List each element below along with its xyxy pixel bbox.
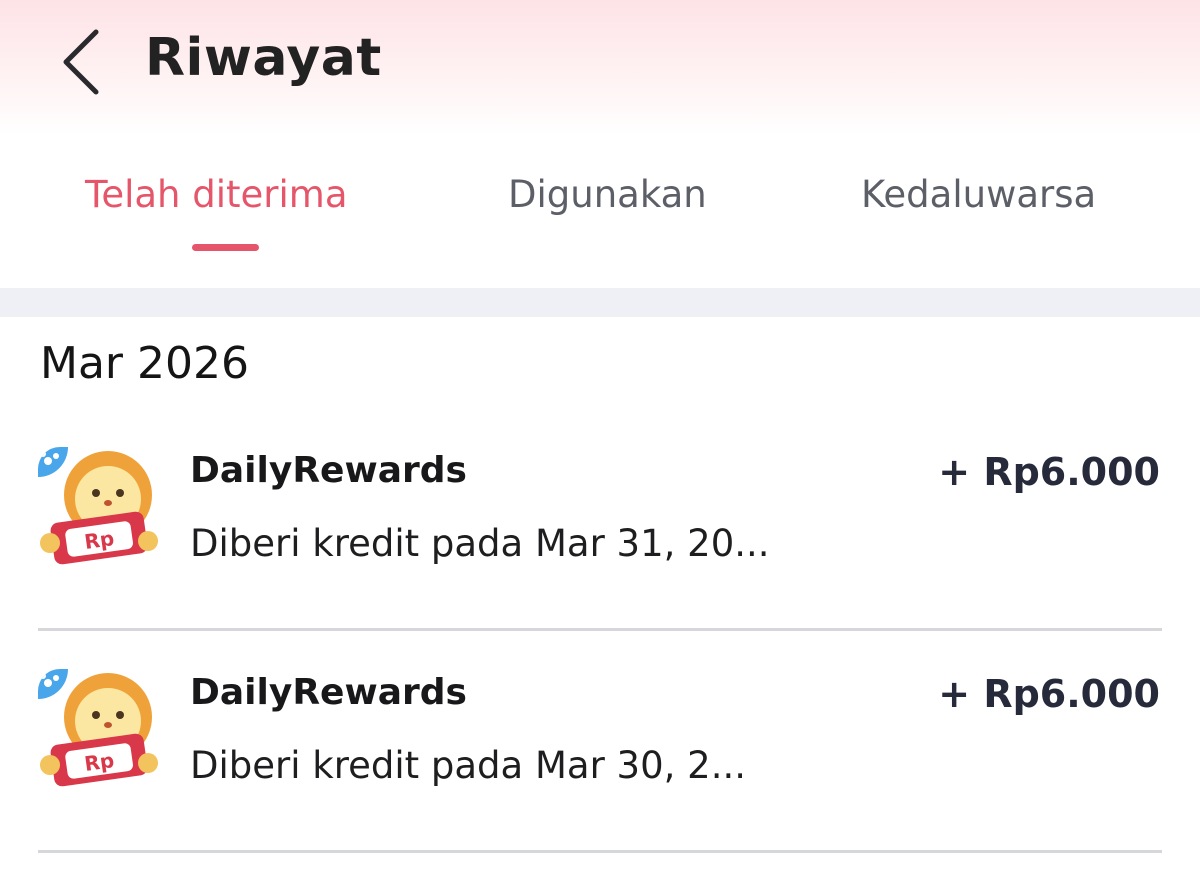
tab-kedaluwarsa[interactable]: Kedaluwarsa [861,173,1096,216]
list-item[interactable]: Rp DailyRewards Diberi kredit pada Mar 3… [0,642,1200,864]
icon-text: Rp [83,526,116,554]
row-subtitle: Diberi kredit pada Mar 31, 20... [190,522,770,565]
tab-digunakan[interactable]: Digunakan [508,173,707,216]
tab-telah-diterima[interactable]: Telah diterima [85,173,348,216]
rewards-lion-icon: Rp [38,669,160,791]
row-divider [38,850,1162,853]
row-subtitle: Diberi kredit pada Mar 30, 2... [190,744,746,787]
row-amount: + Rp6.000 [938,672,1160,716]
row-title: DailyRewards [190,450,467,491]
back-button[interactable] [48,22,118,102]
row-title: DailyRewards [190,672,467,713]
rewards-lion-icon: Rp [38,447,160,569]
section-divider [0,288,1200,317]
active-tab-indicator [192,244,259,251]
page-title: Riwayat [145,28,382,88]
row-amount: + Rp6.000 [938,450,1160,494]
chevron-left-icon [63,29,99,95]
tab-bar: Telah diterima Digunakan Kedaluwarsa [0,135,1200,288]
list-item[interactable]: Rp DailyRewards Diberi kredit pada Mar 3… [0,420,1200,642]
row-divider [38,628,1162,631]
month-header: Mar 2026 [40,338,249,389]
header: Riwayat [0,0,1200,135]
icon-text: Rp [83,748,116,776]
